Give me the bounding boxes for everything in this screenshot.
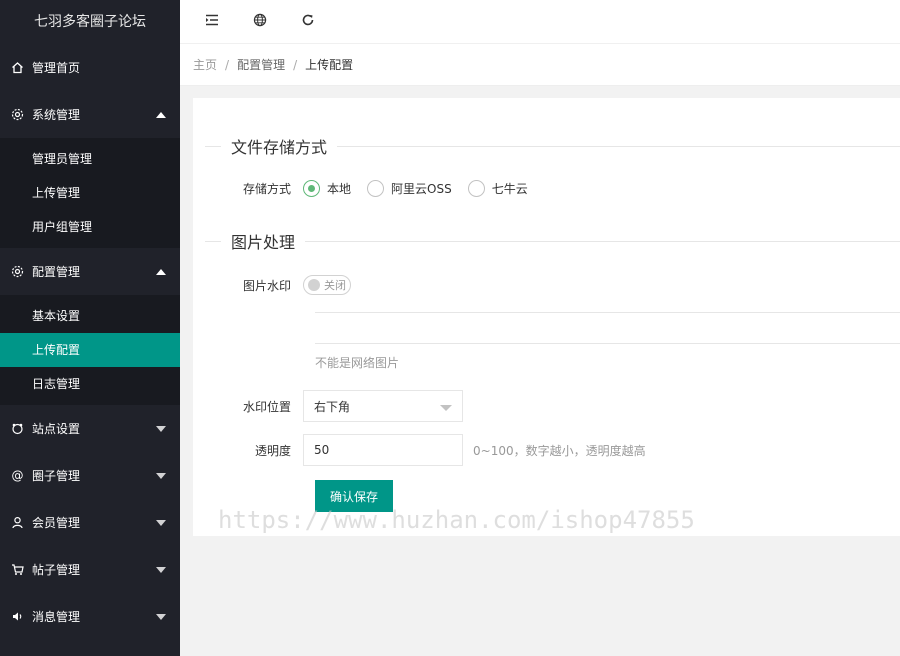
- storage-method-label: 存储方式: [242, 182, 291, 196]
- sidebar: 七羽多客圈子论坛 管理首页 系统管理 管理员管理 上传管理 用户组管理 配置管理…: [0, 0, 180, 656]
- submenu-config: 基本设置 上传配置 日志管理: [0, 295, 180, 405]
- sidebar-item-label: 站点设置: [32, 422, 81, 436]
- storage-radio-qiniu[interactable]: 七牛云: [467, 180, 528, 197]
- chevron-down-icon: [156, 519, 166, 526]
- watermark-position-select[interactable]: 右下角: [303, 390, 463, 422]
- chevron-down-icon: [156, 425, 166, 432]
- sidebar-item-usergroup-manage[interactable]: 用户组管理: [0, 210, 180, 244]
- breadcrumb-separator: /: [225, 57, 230, 72]
- radio-checked-icon: [303, 180, 320, 197]
- sidebar-item-label: 圈子管理: [32, 469, 81, 483]
- svg-text:@: @: [11, 469, 23, 482]
- sidebar-item-label: 消息管理: [32, 610, 81, 624]
- sidebar-item-dashboard[interactable]: 管理首页: [0, 44, 180, 91]
- sidebar-item-upload-config[interactable]: 上传配置: [0, 333, 180, 367]
- watermark-position-row: 水印位置 右下角: [193, 390, 463, 422]
- gear-icon: [10, 108, 24, 122]
- sidebar-item-label: 管理首页: [32, 61, 81, 75]
- menu-fold-button[interactable]: [188, 0, 236, 44]
- chevron-up-icon: [156, 268, 166, 275]
- menu-fold-icon: [205, 14, 219, 29]
- sidebar-item-system[interactable]: 系统管理: [0, 91, 180, 138]
- sidebar-item-message-manage[interactable]: 消息管理: [0, 593, 180, 640]
- opacity-input[interactable]: 50: [303, 434, 463, 466]
- at-icon: @: [10, 469, 24, 483]
- watermark-switch[interactable]: 关闭: [303, 275, 351, 295]
- refresh-icon: [301, 13, 315, 30]
- radio-unchecked-icon: [467, 180, 485, 197]
- refresh-button[interactable]: [284, 0, 332, 44]
- website-button[interactable]: [236, 0, 284, 44]
- sidebar-item-post-manage[interactable]: 帖子管理: [0, 546, 180, 593]
- watermark-hint: 不能是网络图片: [315, 356, 400, 370]
- storage-radio-aliyun-oss[interactable]: 阿里云OSS: [367, 180, 452, 197]
- sidebar-item-log-manage[interactable]: 日志管理: [0, 367, 180, 401]
- cart-icon: [10, 563, 24, 577]
- switch-knob: [308, 279, 320, 291]
- chevron-down-icon: [156, 472, 166, 479]
- radio-unchecked-icon: [367, 180, 385, 197]
- home-icon: [10, 61, 24, 75]
- globe-icon: [253, 13, 267, 30]
- sidebar-item-member-manage[interactable]: 会员管理: [0, 499, 180, 546]
- sidebar-item-admin-manage[interactable]: 管理员管理: [0, 142, 180, 176]
- section-storage: 文件存储方式: [205, 136, 900, 157]
- watermark-image-input[interactable]: [315, 312, 900, 344]
- breadcrumb-section[interactable]: 配置管理: [237, 56, 285, 73]
- bear-icon: [10, 422, 24, 436]
- sidebar-item-label: 帖子管理: [32, 563, 81, 577]
- sidebar-item-label: 会员管理: [32, 516, 81, 530]
- app-logo-title[interactable]: 七羽多客圈子论坛: [0, 0, 180, 44]
- chevron-down-icon: [156, 566, 166, 573]
- chevron-down-icon: [156, 613, 166, 620]
- opacity-row: 透明度 50 0~100，数字越小，透明度越高: [193, 434, 646, 466]
- save-button[interactable]: 确认保存: [315, 480, 393, 512]
- opacity-hint: 0~100，数字越小，透明度越高: [473, 443, 646, 458]
- chevron-down-icon: [440, 405, 452, 411]
- section-image: 图片处理: [205, 231, 900, 252]
- watermark-label: 图片水印: [242, 278, 291, 293]
- section-title: 文件存储方式: [231, 138, 328, 157]
- sidebar-item-site-settings[interactable]: 站点设置: [0, 405, 180, 452]
- sidebar-item-label: 系统管理: [32, 108, 81, 122]
- storage-radio-local[interactable]: 本地: [303, 180, 351, 197]
- opacity-label: 透明度: [254, 443, 291, 458]
- sidebar-item-basic-settings[interactable]: 基本设置: [0, 299, 180, 333]
- upload-config-card: 文件存储方式 存储方式 本地 阿里云OSS 七牛云 图片处理 图片水印 关闭 不…: [193, 98, 900, 536]
- chevron-up-icon: [156, 111, 166, 118]
- watermark-row: 图片水印 关闭: [193, 275, 351, 295]
- sidebar-item-label: 配置管理: [32, 265, 81, 279]
- sidebar-item-config[interactable]: 配置管理: [0, 248, 180, 295]
- watermark-position-label: 水印位置: [242, 399, 291, 414]
- gear-icon: [10, 265, 24, 279]
- breadcrumb: 主页 / 配置管理 / 上传配置: [180, 44, 900, 86]
- breadcrumb-home[interactable]: 主页: [193, 56, 217, 73]
- submenu-system: 管理员管理 上传管理 用户组管理: [0, 138, 180, 248]
- speaker-icon: [10, 610, 24, 624]
- storage-method-row: 存储方式 本地 阿里云OSS 七牛云: [193, 180, 544, 197]
- top-header: [180, 0, 900, 44]
- user-icon: [10, 516, 24, 530]
- sidebar-item-upload-manage[interactable]: 上传管理: [0, 176, 180, 210]
- section-title: 图片处理: [231, 233, 296, 252]
- sidebar-item-circle-manage[interactable]: @ 圈子管理: [0, 452, 180, 499]
- breadcrumb-separator: /: [293, 57, 298, 72]
- breadcrumb-current: 上传配置: [305, 58, 354, 72]
